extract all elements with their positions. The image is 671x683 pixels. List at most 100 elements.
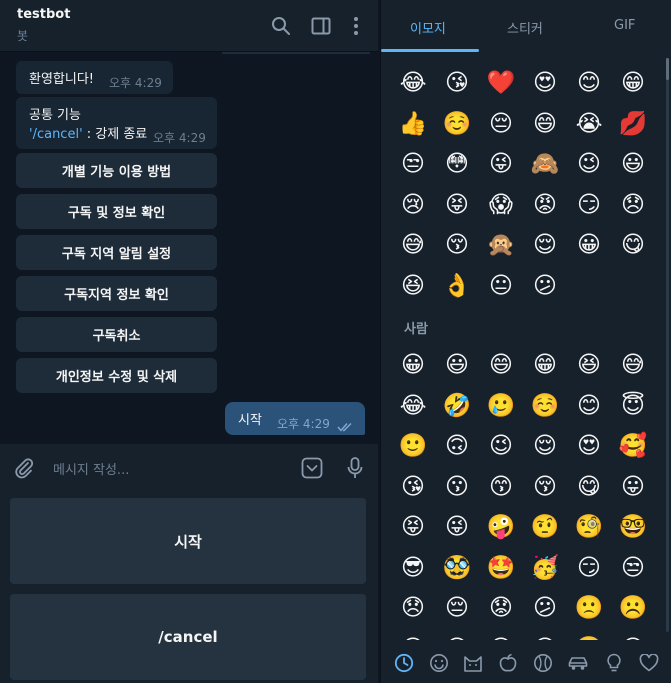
emoji-item[interactable]: 🥸 [441, 552, 473, 584]
reply-button-cancel[interactable]: /cancel [10, 594, 366, 680]
emoji-item[interactable]: 😩 [529, 633, 561, 641]
emoji-item[interactable]: 😎 [397, 552, 429, 584]
reply-button-start[interactable]: 시작 [10, 498, 366, 584]
emoji-item[interactable]: 😀 [573, 229, 605, 261]
tab-emoji[interactable]: 이모지 [410, 18, 446, 37]
baseball-activity-icon[interactable] [532, 652, 554, 674]
emoji-item[interactable]: 😁 [529, 349, 561, 381]
emoji-item[interactable]: 😁 [617, 67, 649, 99]
emoji-item[interactable]: 😐 [485, 270, 517, 302]
emoji-item[interactable]: 😂 [397, 390, 429, 422]
microphone-icon[interactable] [343, 456, 367, 480]
emoji-item[interactable]: 😟 [485, 592, 517, 624]
emoji-item[interactable]: 😀 [397, 349, 429, 381]
emoji-item[interactable]: 💋 [617, 108, 649, 140]
message-input[interactable]: 메시지 작성... [53, 459, 129, 478]
emoji-item[interactable]: 🙈 [529, 148, 561, 180]
emoji-item[interactable]: 😖 [441, 633, 473, 641]
emoji-item[interactable]: 🧐 [573, 511, 605, 543]
attach-icon[interactable] [12, 456, 36, 480]
recent-clock-icon[interactable] [393, 652, 415, 674]
emoji-item[interactable]: 😂 [397, 67, 429, 99]
emoji-item[interactable]: 😚 [529, 471, 561, 503]
inline-button-usage-guide[interactable]: 개별 기능 이용 방법 [16, 153, 217, 188]
tab-stickers[interactable]: 스티커 [507, 18, 543, 37]
scrollbar-thumb[interactable] [666, 58, 669, 80]
smiley-icon[interactable] [428, 652, 450, 674]
message-bubble[interactable]: 환영합니다! 오후 4:29 [16, 61, 173, 94]
emoji-item[interactable]: 🤨 [529, 511, 561, 543]
emoji-item[interactable]: 😡 [529, 189, 561, 221]
emoji-item[interactable]: 😙 [485, 471, 517, 503]
emoji-item[interactable]: 😍 [529, 67, 561, 99]
emoji-item[interactable]: 🥰 [617, 430, 649, 462]
emoji-item[interactable]: 😔 [485, 108, 517, 140]
emoji-item[interactable]: 😚 [441, 229, 473, 261]
emoji-item[interactable]: 😢 [397, 189, 429, 221]
emoji-item[interactable]: 🙁 [573, 592, 605, 624]
emoji-item[interactable]: 😒 [397, 148, 429, 180]
emoji-item[interactable]: 🤓 [617, 511, 649, 543]
emoji-item[interactable]: ☹️ [617, 592, 649, 624]
emoji-item[interactable]: 😆 [397, 270, 429, 302]
emoji-item[interactable]: 👌 [441, 270, 473, 302]
emoji-item[interactable]: 😛 [617, 471, 649, 503]
emoji-item[interactable]: 😄 [529, 108, 561, 140]
emoji-item[interactable]: 🤩 [485, 552, 517, 584]
emoji-item[interactable]: 😳 [441, 148, 473, 180]
emoji-item[interactable]: 🤣 [441, 390, 473, 422]
emoji-item[interactable]: 😌 [529, 229, 561, 261]
car-travel-icon[interactable] [567, 652, 589, 674]
cat-animal-icon[interactable] [462, 652, 484, 674]
emoji-item[interactable]: 🙃 [441, 430, 473, 462]
emoji-item[interactable]: 😝 [397, 511, 429, 543]
emoji-item[interactable]: 😜 [441, 511, 473, 543]
emoji-item[interactable]: 😋 [573, 471, 605, 503]
inline-button-alert-settings[interactable]: 구독 지역 알림 설정 [16, 235, 217, 270]
emoji-item[interactable]: 😞 [617, 189, 649, 221]
inline-button-unsubscribe[interactable]: 구독취소 [16, 317, 217, 352]
emoji-item[interactable]: 🥳 [529, 552, 561, 584]
emoji-item[interactable]: 😊 [573, 390, 605, 422]
emoji-item[interactable]: 🙂 [397, 430, 429, 462]
emoji-item[interactable]: ☺️ [529, 390, 561, 422]
emoji-item[interactable]: 😉 [573, 148, 605, 180]
emoji-item[interactable]: 😱 [485, 189, 517, 221]
apple-food-icon[interactable] [497, 652, 519, 674]
emoji-item[interactable]: 😅 [397, 229, 429, 261]
search-icon[interactable] [269, 14, 293, 38]
emoji-item[interactable]: 😕 [529, 592, 561, 624]
emoji-item[interactable]: 🥲 [485, 390, 517, 422]
inline-button-edit-delete-info[interactable]: 개인정보 수정 및 삭제 [16, 358, 217, 393]
emoji-item[interactable]: 😔 [441, 592, 473, 624]
emoji-item[interactable]: ❤️ [485, 67, 517, 99]
emoji-item[interactable]: 😭 [573, 108, 605, 140]
emoji-item[interactable]: 😊 [573, 67, 605, 99]
emoji-item[interactable]: 🙊 [485, 229, 517, 261]
emoji-item[interactable]: 🥺 [573, 633, 605, 641]
emoji-item[interactable]: 😕 [529, 270, 561, 302]
message-list[interactable]: 환영합니다! 오후 4:29 공통 기능 '/cancel' : 강제 종료 오… [0, 52, 378, 444]
command-text[interactable]: '/cancel' [29, 127, 83, 142]
emoji-item[interactable]: 😝 [441, 189, 473, 221]
emoji-item[interactable]: 😗 [441, 471, 473, 503]
emoji-item[interactable]: 😏 [573, 552, 605, 584]
inline-button-region-info[interactable]: 구독지역 정보 확인 [16, 276, 217, 311]
emoji-item[interactable]: 😏 [573, 189, 605, 221]
emoji-item[interactable]: 😆 [573, 349, 605, 381]
emoji-item[interactable]: 😄 [485, 349, 517, 381]
lightbulb-objects-icon[interactable] [603, 652, 625, 674]
emoji-item[interactable]: 😜 [485, 148, 517, 180]
emoji-item[interactable]: 😇 [617, 390, 649, 422]
emoji-item[interactable]: 😍 [573, 430, 605, 462]
emoji-item[interactable]: 👍 [397, 108, 429, 140]
outgoing-message-bubble[interactable]: 시작 오후 4:29 [225, 402, 365, 435]
emoji-item[interactable]: 🤪 [485, 511, 517, 543]
emoji-item[interactable]: 😣 [397, 633, 429, 641]
inline-button-subscription-info[interactable]: 구독 및 정보 확인 [16, 194, 217, 229]
emoji-item[interactable]: ☺️ [441, 108, 473, 140]
emoji-item[interactable]: 😘 [397, 471, 429, 503]
emoji-item[interactable]: 😉 [485, 430, 517, 462]
more-vertical-icon[interactable] [344, 14, 368, 38]
chat-title[interactable]: testbot [17, 7, 70, 22]
